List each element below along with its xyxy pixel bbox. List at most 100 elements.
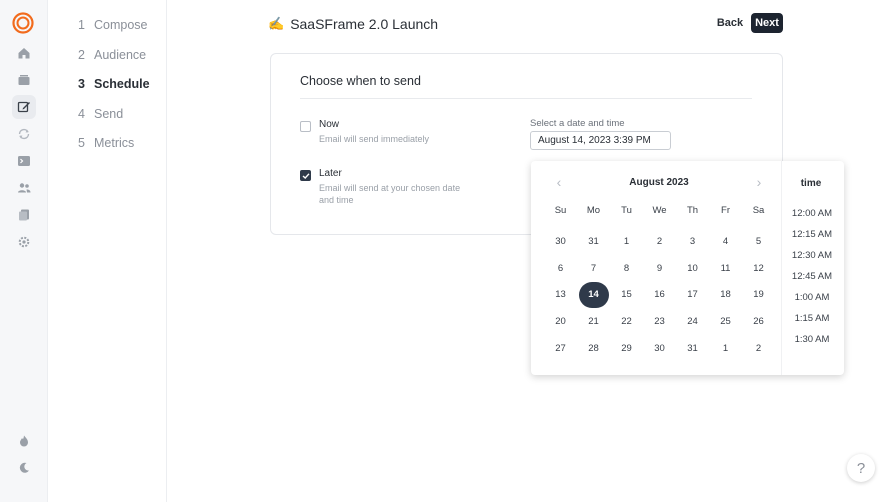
back-button[interactable]: Back [713,13,747,33]
option-label: Now [319,119,340,130]
gear-icon[interactable] [12,230,36,254]
calendar-day[interactable]: 30 [643,335,676,362]
calendar-day[interactable]: 19 [742,282,775,309]
day-number: 1 [623,235,630,247]
previous-month-button[interactable]: ‹ [552,175,566,189]
calendar-day[interactable]: 6 [544,255,577,282]
step-audience[interactable]: 2 Audience [78,48,146,62]
calendar-day[interactable]: 12 [742,255,775,282]
calendar-day[interactable]: 18 [709,282,742,309]
edit-icon[interactable] [12,95,36,119]
option-later[interactable]: Later Email will send at your chosen dat… [300,168,469,206]
calendar-day[interactable]: 20 [544,308,577,335]
calendar-day[interactable]: 9 [643,255,676,282]
refresh-icon[interactable] [12,122,36,146]
time-option[interactable]: 12:30 AM [782,245,845,266]
calendar-day[interactable]: 27 [544,335,577,362]
option-now[interactable]: Now Email will send immediately [300,119,469,145]
calendar-day[interactable]: 1 [610,228,643,255]
now-checkbox[interactable] [300,121,311,132]
weekday-label: Tu [621,205,632,216]
calendar-day[interactable]: 29 [610,335,643,362]
calendar-day[interactable]: 8 [610,255,643,282]
next-button[interactable]: Next [751,13,783,33]
calendar-day[interactable]: 21 [577,308,610,335]
calendar-day[interactable]: 23 [643,308,676,335]
day-number: 7 [590,262,597,274]
step-number: 2 [78,48,85,62]
calendar-day[interactable]: 16 [643,282,676,309]
fire-icon[interactable] [12,429,36,453]
moon-icon[interactable] [12,456,36,480]
calendar-day[interactable]: 25 [709,308,742,335]
step-schedule[interactable]: 3 Schedule [78,77,150,91]
datepicker-popup: ‹ August 2023 › Su Mo Tu We Th Fr Sa 30 31 1 2 3 4 5… [531,161,844,375]
calendar-day[interactable]: 11 [709,255,742,282]
day-number: 27 [555,343,566,355]
documents-icon[interactable] [12,203,36,227]
time-option[interactable]: 12:00 AM [782,203,845,224]
day-number: 24 [687,316,698,328]
step-compose[interactable]: 1 Compose [78,18,148,32]
day-number: 9 [656,262,663,274]
day-number: 16 [654,289,665,301]
next-month-button[interactable]: › [752,175,766,189]
calendar-day[interactable]: 31 [676,335,709,362]
calendar-day[interactable]: 4 [709,228,742,255]
calendar-day[interactable]: 31 [577,228,610,255]
calendar-day[interactable]: 1 [709,335,742,362]
time-option[interactable]: 12:45 AM [782,266,845,287]
day-number: 28 [588,343,599,355]
time-option[interactable]: 1:00 AM [782,287,845,308]
calendar-day[interactable]: 26 [742,308,775,335]
calendar-day[interactable]: 2 [742,335,775,362]
calendar-day[interactable]: 2 [643,228,676,255]
time-option[interactable]: 12:15 AM [782,224,845,245]
time-list[interactable]: 12:00 AM 12:15 AM 12:30 AM 12:45 AM 1:00 AM 1… [782,203,845,350]
terminal-icon[interactable] [12,149,36,173]
weekday-header: Su Mo Tu We Th Fr Sa [544,205,775,216]
calendar-day[interactable]: 7 [577,255,610,282]
calendar-day[interactable]: 30 [544,228,577,255]
inbox-icon[interactable] [12,68,36,92]
time-option[interactable]: 1:30 AM [782,329,845,350]
calendar-day[interactable]: 24 [676,308,709,335]
day-number: 30 [654,343,665,355]
calendar-day[interactable]: 5 [742,228,775,255]
day-number: 12 [753,262,764,274]
calendar-day[interactable]: 17 [676,282,709,309]
calendar-day[interactable]: 10 [676,255,709,282]
weekday-label: Sa [752,205,765,216]
day-number: 13 [555,289,566,301]
month-label: August 2023 [629,177,689,188]
day-number: 29 [621,343,632,355]
datetime-input[interactable] [530,131,671,150]
home-icon[interactable] [12,41,36,65]
day-number: 17 [687,289,698,301]
later-checkbox[interactable] [300,170,311,181]
time-option[interactable]: 1:15 AM [782,308,845,329]
step-metrics[interactable]: 5 Metrics [78,136,134,150]
writing-hand-icon: ✍️ [268,16,285,31]
calendar-day[interactable]: 28 [577,335,610,362]
help-button[interactable]: ? [847,454,875,482]
calendar-day[interactable]: 15 [610,282,643,309]
step-label: Audience [94,48,147,62]
step-number: 1 [78,18,85,32]
logo-icon[interactable] [12,12,34,34]
day-number: 26 [753,316,764,328]
calendar-day[interactable]: 3 [676,228,709,255]
datetime-label: Select a date and time [530,118,625,129]
calendar-day[interactable]: 13 [544,282,577,309]
day-number: 31 [588,235,599,247]
day-number: 25 [720,316,731,328]
day-number: 3 [689,235,696,247]
page-title: ✍️ SaaSFrame 2.0 Launch [268,16,438,32]
day-number: 1 [722,343,729,355]
selected-day[interactable]: 14 [577,281,610,309]
users-icon[interactable] [12,176,36,200]
day-number: 20 [555,316,566,328]
campaign-title: SaaSFrame 2.0 Launch [290,16,439,32]
step-send[interactable]: 4 Send [78,107,123,121]
calendar-day[interactable]: 22 [610,308,643,335]
